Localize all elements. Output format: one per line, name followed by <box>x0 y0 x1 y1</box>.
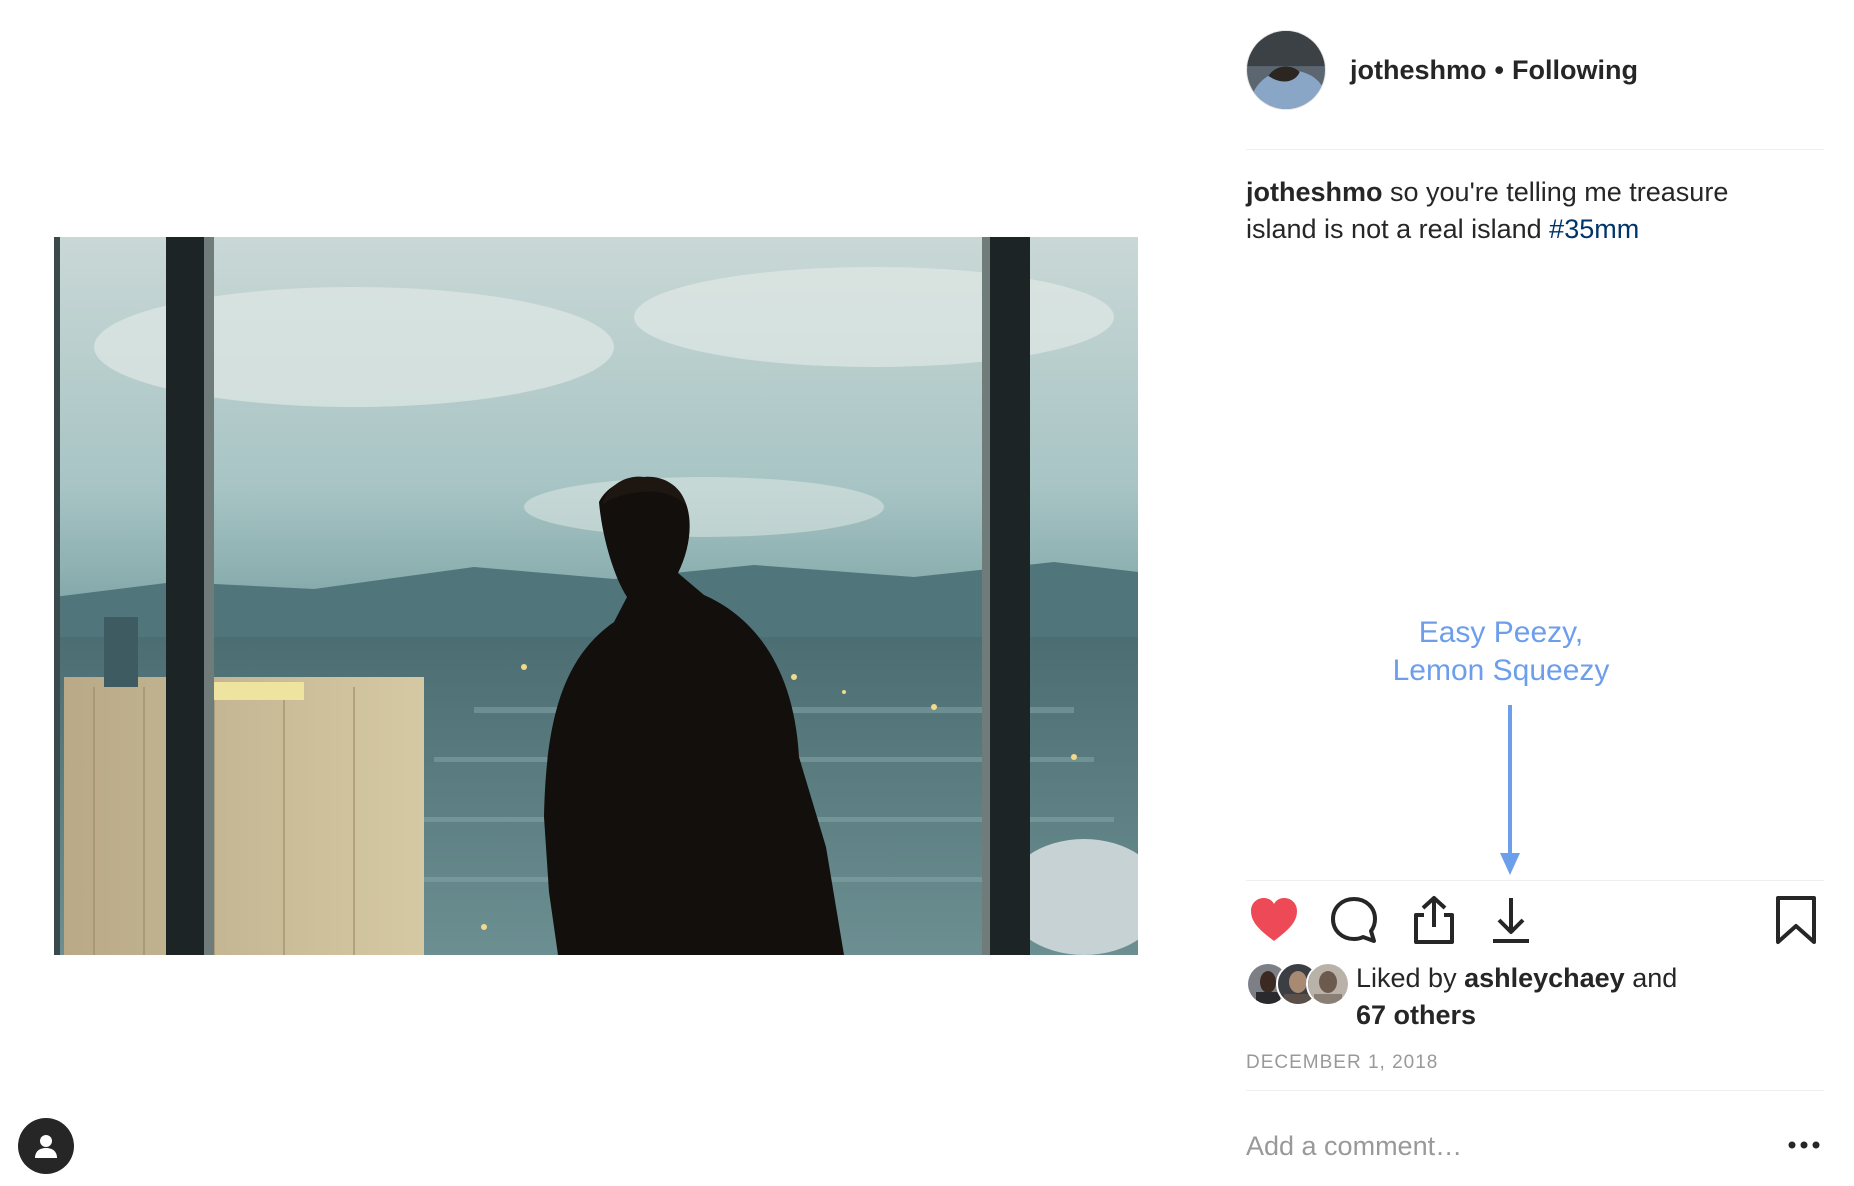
comment-bubble-icon <box>1331 897 1377 943</box>
likes-text: Liked by ashleychaey and 67 others <box>1356 960 1776 1034</box>
liker-avatars <box>1246 962 1350 1006</box>
comment-input[interactable] <box>1246 1124 1746 1168</box>
more-dots-icon <box>1788 1141 1820 1149</box>
profile-button[interactable] <box>18 1118 74 1174</box>
annotation-line-1: Easy Peezy, <box>1418 616 1584 649</box>
heart-icon <box>1251 898 1297 941</box>
like-button[interactable] <box>1246 892 1302 948</box>
post-photo-image <box>54 237 1138 955</box>
actions-divider <box>1246 880 1824 881</box>
post-date[interactable]: DECEMBER 1, 2018 <box>1246 1052 1438 1074</box>
caption-username[interactable]: jotheshmo <box>1246 177 1383 207</box>
post-header: jotheshmo • Following <box>1246 30 1638 110</box>
save-button[interactable] <box>1768 892 1824 948</box>
author-username[interactable]: jotheshmo <box>1350 55 1487 85</box>
author-avatar[interactable] <box>1246 30 1326 110</box>
header-divider <box>1246 149 1824 150</box>
likes-others-link[interactable]: 67 others <box>1356 1000 1476 1030</box>
author-avatar-image <box>1247 31 1325 109</box>
header-text: jotheshmo • Following <box>1350 55 1638 86</box>
post-caption: jotheshmo so you're telling me treasure … <box>1246 174 1806 248</box>
liker-avatar[interactable] <box>1306 962 1350 1006</box>
liker-avatar-image <box>1308 964 1348 1004</box>
header-separator: • <box>1494 54 1504 85</box>
user-icon <box>35 1135 57 1158</box>
liker-username[interactable]: ashleychaey <box>1464 963 1625 993</box>
download-icon <box>1493 898 1529 943</box>
likes-mid: and <box>1624 963 1678 993</box>
post-actions <box>1246 892 1824 948</box>
comment-divider <box>1246 1090 1824 1091</box>
more-options-button[interactable] <box>1784 1130 1824 1160</box>
post-photo[interactable] <box>54 237 1138 955</box>
share-button[interactable] <box>1406 892 1462 948</box>
share-upload-icon <box>1414 896 1454 944</box>
caption-hashtag[interactable]: #35mm <box>1549 214 1639 244</box>
download-button[interactable] <box>1483 892 1539 948</box>
likes-prefix: Liked by <box>1356 963 1465 993</box>
comment-button[interactable] <box>1326 892 1382 948</box>
annotation-line-2: Lemon Squeezy <box>1392 654 1610 687</box>
bookmark-icon <box>1776 896 1816 944</box>
comment-row <box>1246 1124 1824 1168</box>
annotation-label: Easy Peezy, Lemon Squeezy <box>1366 614 1636 690</box>
annotation-arrow-icon <box>1500 705 1520 875</box>
follow-status-button[interactable]: Following <box>1512 55 1638 85</box>
post-side-panel: jotheshmo • Following jotheshmo so you're … <box>1246 0 1824 1186</box>
likes-summary: Liked by ashleychaey and 67 others <box>1246 960 1824 1040</box>
